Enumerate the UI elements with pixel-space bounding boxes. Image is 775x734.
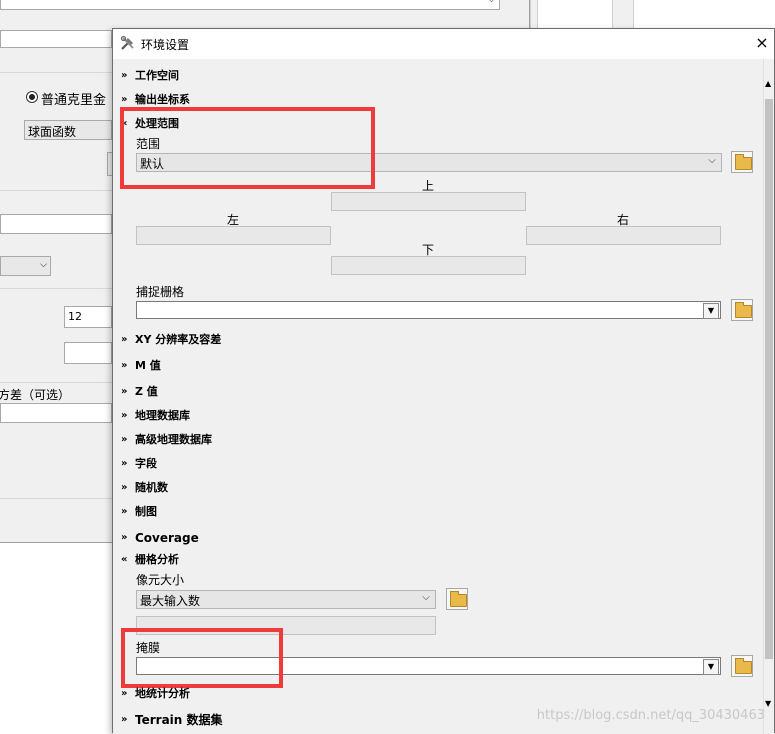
highlight-box-mask — [121, 628, 283, 688]
cell-size-folder-button[interactable] — [446, 588, 468, 610]
parent-field-empty[interactable] — [64, 342, 112, 364]
section-label: Coverage — [135, 531, 199, 545]
section-label: M 值 — [135, 359, 161, 372]
snap-raster-label: 捕捉栅格 — [136, 285, 185, 299]
section-label: 制图 — [135, 505, 157, 518]
cell-size-label: 像元大小 — [136, 573, 185, 587]
section-label: 工作空间 — [135, 69, 179, 82]
variance-field[interactable] — [0, 403, 112, 423]
parent-path-field[interactable] — [0, 30, 112, 48]
right-pane-strip — [530, 0, 538, 30]
extent-folder-button[interactable] — [731, 151, 753, 173]
chevron-down-icon[interactable]: ⌵ — [419, 592, 433, 603]
radio-ordinary-kriging[interactable] — [26, 91, 38, 103]
section-label: 地统计分析 — [135, 687, 190, 700]
extent-bottom-input[interactable] — [331, 256, 526, 275]
section-label: 地理数据库 — [135, 409, 190, 422]
scroll-up-icon[interactable]: ▲ — [765, 79, 771, 88]
snap-raster-folder-button[interactable] — [731, 299, 753, 321]
chevron-down-icon: » — [121, 688, 128, 699]
divider — [0, 72, 112, 73]
section-label: XY 分辨率及容差 — [135, 333, 222, 346]
folder-icon — [450, 591, 467, 607]
extent-left-input[interactable] — [136, 226, 331, 245]
extent-right-input[interactable] — [526, 226, 721, 245]
section-label: 随机数 — [135, 481, 168, 494]
vertical-scrollbar[interactable]: ▲ ▼ — [763, 59, 774, 734]
settings-content: » 工作空间 » 输出坐标系 « 处理范围 范围 默认 ⌵ 上 左 右 下 捕捉… — [113, 59, 763, 734]
chevron-down-icon[interactable]: ⌵ — [705, 155, 719, 166]
env-settings-dialog: 环境设置 × » 工作空间 » 输出坐标系 « 处理范围 范围 默认 ⌵ 上 左… — [112, 28, 775, 734]
tools-icon — [120, 35, 136, 51]
right-pane-strip — [612, 0, 634, 30]
method-select[interactable]: 球面函数 — [24, 120, 112, 140]
scroll-down-icon[interactable]: ▼ — [765, 699, 771, 708]
parent-top-field[interactable]: ⌵ — [0, 0, 500, 10]
section-label: 字段 — [135, 457, 157, 470]
dialog-title: 环境设置 — [141, 38, 190, 52]
parent-input-1[interactable] — [0, 214, 112, 234]
chevron-down-icon: » — [121, 94, 128, 105]
chevron-down-icon[interactable]: ▼ — [703, 659, 719, 675]
section-label: 栅格分析 — [135, 553, 179, 566]
chevron-down-icon: » — [121, 334, 128, 345]
folder-icon — [735, 154, 752, 170]
folder-icon — [735, 658, 752, 674]
divider — [0, 382, 112, 383]
radio-label: 普通克里金 — [41, 93, 107, 108]
extent-top-input[interactable] — [331, 192, 526, 211]
chevron-down-icon: » — [121, 458, 128, 469]
divider — [0, 288, 112, 289]
chevron-down-icon: » — [121, 714, 128, 725]
chevron-down-icon: » — [121, 434, 128, 445]
cell-size-value: 最大输入数 — [140, 594, 201, 608]
chevron-down-icon: » — [121, 70, 128, 81]
folder-icon — [735, 302, 752, 318]
chevron-up-icon: « — [121, 554, 128, 565]
section-label: 高级地理数据库 — [135, 433, 212, 446]
title-bar: 环境设置 × — [113, 29, 774, 59]
chevron-down-icon[interactable]: ⌵ — [40, 260, 47, 270]
chevron-down-icon[interactable]: ⌵ — [488, 0, 495, 5]
watermark: https://blog.csdn.net/qq_30430463 — [536, 708, 765, 723]
divider — [0, 190, 112, 191]
chevron-down-icon: » — [121, 386, 128, 397]
parent-field-12[interactable]: 12 — [64, 306, 112, 328]
chevron-down-icon: » — [121, 532, 128, 543]
method-select-value: 球面函数 — [28, 125, 77, 139]
chevron-down-icon[interactable]: ▼ — [703, 303, 719, 319]
scroll-thumb[interactable] — [765, 99, 773, 659]
variance-label: 方差（可选） — [0, 388, 71, 402]
chevron-down-icon: » — [121, 360, 128, 371]
highlight-box-extent — [120, 107, 375, 189]
section-label: 输出坐标系 — [135, 93, 190, 106]
chevron-down-icon: » — [121, 410, 128, 421]
divider — [0, 498, 112, 499]
section-label: Z 值 — [135, 385, 158, 398]
snap-raster-select[interactable]: ▼ — [136, 301, 721, 319]
close-button[interactable]: × — [753, 34, 771, 52]
cell-size-select[interactable]: 最大输入数 ⌵ — [136, 590, 436, 609]
parent-select-2[interactable]: ⌵ — [0, 256, 51, 276]
parent-field-12-value: 12 — [68, 310, 82, 323]
section-label: Terrain 数据集 — [135, 713, 223, 727]
chevron-down-icon: » — [121, 482, 128, 493]
chevron-down-icon: » — [121, 506, 128, 517]
mask-folder-button[interactable] — [731, 655, 753, 677]
